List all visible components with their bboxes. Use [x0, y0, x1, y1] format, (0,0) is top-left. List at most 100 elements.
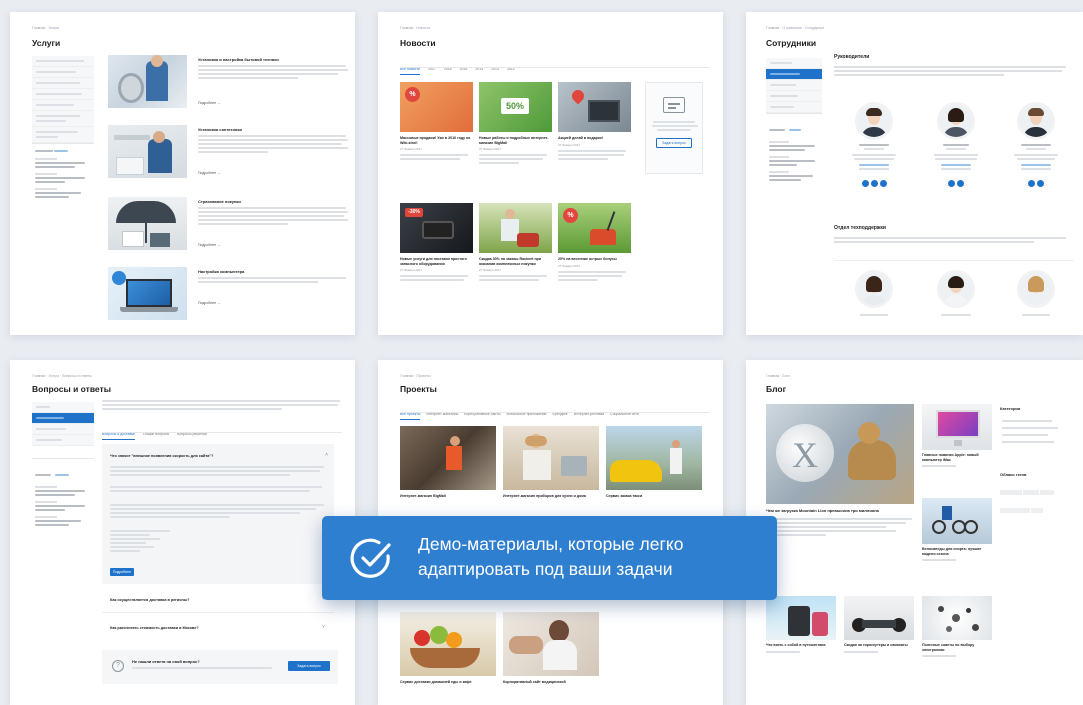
- project-title[interactable]: Интернет-магазин приборов для кухни и до…: [503, 494, 599, 499]
- news-item[interactable]: % Массовые продажи! Уже в 2016 году на W…: [400, 82, 473, 161]
- sidebar-item[interactable]: [32, 424, 94, 435]
- sidebar-item[interactable]: [766, 102, 822, 113]
- more-link[interactable]: Подробнее →: [198, 101, 221, 105]
- service-item[interactable]: Установка сантехники Подробнее →: [108, 125, 353, 180]
- project-item[interactable]: Корпоративный сайт медицинской: [503, 612, 599, 684]
- social-icon[interactable]: [1028, 180, 1035, 187]
- sidebar-item[interactable]: [32, 127, 94, 143]
- social-icon[interactable]: [948, 180, 955, 187]
- tab-year[interactable]: 2013: [491, 67, 499, 74]
- tab-year[interactable]: 2015: [460, 67, 468, 74]
- news-item[interactable]: Скидка 30% на заказы Racknet при оказани…: [479, 203, 552, 282]
- sidebar-item-active[interactable]: [32, 413, 94, 424]
- blog-item[interactable]: Главные новинки Apple: новый компьютер i…: [922, 404, 992, 468]
- sidebar-item-active[interactable]: [766, 69, 822, 80]
- sidebar-item[interactable]: [32, 111, 94, 127]
- news-title[interactable]: Новые работы и подробные интернет-магази…: [479, 136, 552, 145]
- sidebar-item[interactable]: [32, 78, 94, 89]
- news-item[interactable]: % 20% на весенние острые бонусы 27 Январ…: [558, 203, 631, 281]
- news-preview-card[interactable]: Главная · Новости Новости Все новости 201…: [378, 12, 723, 335]
- sidebar-item[interactable]: [32, 402, 94, 413]
- tag[interactable]: [1040, 490, 1054, 495]
- service-title[interactable]: Настройка компьютера: [198, 269, 244, 274]
- more-link[interactable]: Подробнее →: [198, 171, 221, 175]
- tag[interactable]: [1000, 490, 1022, 495]
- tab-category[interactable]: Мобильные приложения: [507, 412, 547, 419]
- services-preview-card[interactable]: Главная · Услуги Услуги Установка и наст…: [10, 12, 355, 335]
- faq-question[interactable]: Как осуществляется доставка в регионы?: [110, 598, 189, 602]
- sidebar-item[interactable]: [32, 89, 94, 100]
- more-link[interactable]: Подробнее →: [198, 301, 221, 305]
- project-title[interactable]: Корпоративный сайт медицинской: [503, 680, 599, 684]
- news-title[interactable]: Скидка 30% на заказы Racknet при оказани…: [479, 257, 552, 266]
- tab-year[interactable]: 2016: [444, 67, 452, 74]
- staff-card[interactable]: [840, 102, 908, 192]
- tag[interactable]: [1031, 508, 1043, 513]
- staff-card[interactable]: [922, 102, 990, 192]
- project-item[interactable]: Интернет-магазин BigMall: [400, 426, 496, 498]
- tab-all[interactable]: Все проекты: [400, 412, 421, 420]
- ask-question-button[interactable]: Задать вопрос: [288, 661, 330, 671]
- project-title[interactable]: Сервис заказа такси: [606, 494, 702, 498]
- staff-preview-card[interactable]: Главная · О компании · Сотрудники Сотруд…: [746, 12, 1083, 335]
- blog-item[interactable]: Скидки на гироскутеры и самокаты: [844, 596, 914, 653]
- tab-year[interactable]: 2014: [475, 67, 483, 74]
- sidebar-item[interactable]: [32, 435, 94, 446]
- faq-preview-card[interactable]: Главная · Услуги · Вопросы и ответы Вопр…: [10, 360, 355, 705]
- sidebar-item[interactable]: [32, 56, 94, 67]
- social-icon[interactable]: [1037, 180, 1044, 187]
- tab-category[interactable]: Социальные сети: [610, 412, 639, 419]
- blog-item[interactable]: Что взять с собой в путешествие: [766, 596, 836, 653]
- staff-card[interactable]: [1002, 270, 1070, 316]
- sidebar-item[interactable]: [766, 91, 822, 102]
- service-item[interactable]: Установка и настройка бытовой техники По…: [108, 55, 353, 110]
- news-title[interactable]: 20% на весенние острые бонусы: [558, 257, 631, 262]
- tab-category[interactable]: Интернет-магазины: [426, 412, 458, 419]
- blog-item[interactable]: Полезные советы по выбору электроники: [922, 596, 992, 658]
- sidebar-item[interactable]: [32, 100, 94, 111]
- tag[interactable]: [1000, 508, 1030, 513]
- project-item[interactable]: Сервис доставки домашней еды и кафе: [400, 612, 496, 684]
- tab-year[interactable]: 2017: [428, 67, 436, 74]
- chevron-up-icon[interactable]: ˄: [325, 452, 328, 458]
- service-item[interactable]: Настройка компьютера Подробнее →: [108, 267, 353, 322]
- news-title[interactable]: Новые услуги для поставок простого запас…: [400, 257, 473, 266]
- tab-all[interactable]: Все новости: [400, 67, 420, 75]
- blog-title[interactable]: Чем же загрузка Mountain Lion превысила …: [766, 508, 914, 514]
- project-item[interactable]: Интернет-магазин приборов для кухни и до…: [503, 426, 599, 499]
- tab-solutions[interactable]: Вопросы решений: [177, 432, 207, 439]
- faq-question[interactable]: Что значит "внешние появления скорость д…: [110, 454, 213, 458]
- project-item[interactable]: Сервис заказа такси: [606, 426, 702, 498]
- service-title[interactable]: Установка сантехники: [198, 127, 242, 132]
- news-item[interactable]: Акцией делай в подарок! 27 Января 2017: [558, 82, 631, 160]
- staff-card[interactable]: [840, 270, 908, 316]
- ask-question-button[interactable]: Задать вопрос: [656, 138, 692, 148]
- blog-preview-card[interactable]: Главная · Блог Блог X Чем же загрузка Mo…: [746, 360, 1083, 705]
- news-title[interactable]: Акцией делай в подарок!: [558, 136, 631, 141]
- sidebar-item[interactable]: [766, 58, 822, 69]
- tab-category[interactable]: Брендинг: [552, 412, 567, 419]
- blog-title[interactable]: Главные новинки Apple: новый компьютер i…: [922, 453, 992, 462]
- staff-card[interactable]: [1002, 102, 1070, 192]
- more-link[interactable]: Подробнее →: [198, 243, 221, 247]
- tab-delivery[interactable]: Вопросы о доставке: [102, 432, 135, 440]
- social-icon[interactable]: [861, 180, 869, 187]
- news-item[interactable]: 50% Новые работы и подробные интернет-ма…: [479, 82, 552, 165]
- social-icon[interactable]: [957, 180, 964, 187]
- service-title[interactable]: Установка и настройка бытовой техники: [198, 57, 279, 62]
- social-icon[interactable]: [879, 180, 887, 187]
- service-item[interactable]: Страхование покупки Подробнее →: [108, 197, 353, 252]
- tag[interactable]: [1023, 490, 1039, 495]
- more-button[interactable]: Подробнее: [110, 568, 134, 576]
- blog-title[interactable]: Что взять с собой в путешествие: [766, 643, 836, 648]
- blog-featured-item[interactable]: X Чем же загрузка Mountain Lion превысил…: [766, 404, 914, 536]
- tab-category[interactable]: Корпоративные сайты: [464, 412, 500, 419]
- staff-card[interactable]: [922, 270, 990, 316]
- sidebar-item[interactable]: [766, 80, 822, 91]
- chevron-down-icon[interactable]: ˅: [322, 624, 325, 630]
- blog-title[interactable]: Велосипеды для спорта: лучшие модели сез…: [922, 547, 992, 556]
- faq-question[interactable]: Как рассчитать стоимость доставки в Моск…: [110, 626, 199, 630]
- blog-item[interactable]: Велосипеды для спорта: лучшие модели сез…: [922, 498, 992, 562]
- social-icon[interactable]: [870, 180, 878, 187]
- blog-title[interactable]: Скидки на гироскутеры и самокаты: [844, 643, 914, 648]
